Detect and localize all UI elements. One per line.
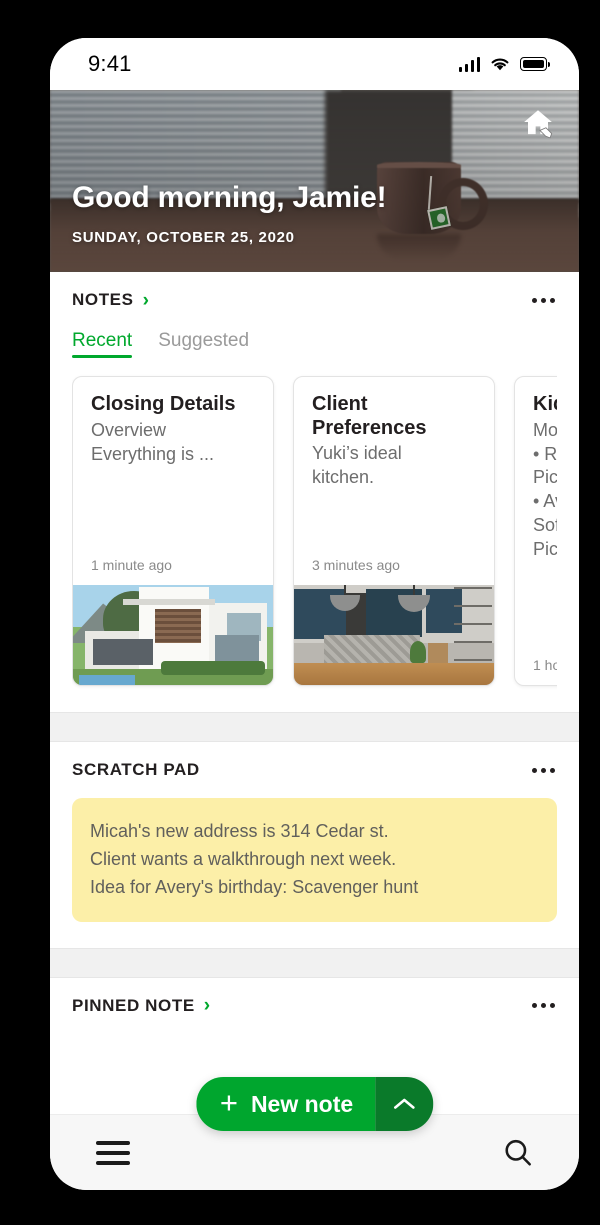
- screenshot-stage: 9:41 Good morning, Jamie! SUNDAY, OCTOBE…: [0, 0, 600, 1225]
- notes-title: NOTES: [72, 290, 134, 309]
- hamburger-menu-icon[interactable]: [94, 1133, 132, 1173]
- cellular-signal-icon: [458, 56, 480, 72]
- status-icons: [458, 56, 550, 72]
- tab-recent[interactable]: Recent: [72, 330, 133, 358]
- pinned-note-section: PINNED NOTE ›: [50, 977, 579, 1034]
- notes-section: NOTES › Recent Suggested Closing Details…: [50, 272, 579, 712]
- note-card[interactable]: Closing Details Overview Everything is .…: [72, 376, 274, 686]
- note-card-body: Kids’ Mond • Ray – Picku • Aver Softba P…: [515, 377, 557, 685]
- note-card-line: Picku: [533, 539, 557, 560]
- hero-header: Good morning, Jamie! SUNDAY, OCTOBER 25,…: [50, 90, 579, 272]
- scratch-pad-line: Client wants a walkthrough next week.: [90, 848, 397, 869]
- note-card-line: Picku: [533, 467, 557, 488]
- hero-text: Good morning, Jamie! SUNDAY, OCTOBER 25,…: [72, 181, 387, 246]
- note-card-body: Closing Details Overview Everything is .…: [73, 377, 273, 585]
- scratch-pad-section: SCRATCH PAD Micah's new address is 314 C…: [50, 742, 579, 922]
- scratch-pad-line: Micah's new address is 314 Cedar st.: [90, 821, 389, 841]
- notes-tabs: Recent Suggested: [72, 328, 557, 358]
- scratch-pad-title: SCRATCH PAD: [72, 760, 200, 779]
- note-card-image-house: [73, 585, 273, 685]
- note-card-line: • Ray –: [533, 443, 557, 464]
- chevron-right-icon: ›: [142, 289, 149, 311]
- pinned-note-overflow-menu-icon[interactable]: [530, 995, 557, 1016]
- scratch-pad-line: Idea for Avery's birthday: Scavenger hun…: [90, 876, 419, 897]
- phone-frame: 9:41 Good morning, Jamie! SUNDAY, OCTOBE…: [14, 8, 586, 1204]
- note-card-title: Closing Details: [91, 393, 236, 415]
- pinned-note-title: PINNED NOTE: [72, 995, 195, 1015]
- new-note-expand-button[interactable]: [375, 1077, 434, 1131]
- notes-section-header: NOTES ›: [72, 272, 557, 328]
- new-note-button[interactable]: + New note: [195, 1077, 376, 1131]
- battery-full-icon: [520, 57, 550, 71]
- section-divider: [50, 712, 579, 742]
- scratch-pad-overflow-menu-icon[interactable]: [530, 760, 557, 781]
- notes-overflow-menu-icon[interactable]: [530, 290, 557, 311]
- status-time: 9:41: [88, 51, 132, 76]
- hero-date: SUNDAY, OCTOBER 25, 2020: [72, 229, 295, 246]
- note-card-title: Client Preferences: [312, 393, 427, 439]
- greeting-title: Good morning, Jamie!: [72, 181, 387, 214]
- note-card-timestamp: 1 minute ago: [91, 557, 172, 573]
- note-card-timestamp: 3 minutes ago: [312, 557, 400, 573]
- wifi-icon: [491, 58, 509, 71]
- note-card-timestamp: 1 hour: [533, 657, 557, 673]
- note-card-title: Kids’: [533, 393, 557, 415]
- phone-screen: 9:41 Good morning, Jamie! SUNDAY, OCTOBE…: [50, 38, 579, 1190]
- note-card-line: Everything is ...: [91, 443, 215, 464]
- search-icon[interactable]: [501, 1136, 535, 1170]
- scratch-pad-header: SCRATCH PAD: [72, 742, 557, 798]
- notes-card-list[interactable]: Closing Details Overview Everything is .…: [72, 358, 557, 712]
- note-card-line: Softba: [533, 515, 557, 536]
- note-card-line: kitchen.: [312, 467, 375, 488]
- note-card[interactable]: Client Preferences Yuki’s ideal kitchen.…: [293, 376, 495, 686]
- plus-icon: +: [219, 1085, 238, 1120]
- note-card-body: Client Preferences Yuki’s ideal kitchen.…: [294, 377, 494, 585]
- new-note-label: New note: [250, 1090, 354, 1117]
- pinned-note-title-link[interactable]: PINNED NOTE ›: [72, 996, 210, 1016]
- tab-suggested[interactable]: Suggested: [158, 330, 249, 358]
- notes-title-link[interactable]: NOTES ›: [72, 290, 149, 310]
- new-note-fab[interactable]: + New note: [195, 1077, 434, 1131]
- note-card-line: • Aver: [533, 491, 557, 512]
- note-card[interactable]: Kids’ Mond • Ray – Picku • Aver Softba P…: [514, 376, 557, 686]
- section-divider: [50, 947, 579, 978]
- chevron-up-icon: [393, 1098, 415, 1109]
- note-card-line: Mond: [533, 419, 557, 440]
- pinned-note-header: PINNED NOTE ›: [72, 978, 557, 1034]
- chevron-right-icon: ›: [203, 995, 211, 1017]
- note-card-line: Overview: [91, 419, 167, 440]
- scratch-pad-note[interactable]: Micah's new address is 314 Cedar st. Cli…: [72, 798, 557, 922]
- note-card-image-kitchen: [294, 585, 494, 685]
- status-bar: 9:41: [50, 38, 579, 90]
- note-card-line: Yuki’s ideal: [312, 443, 402, 464]
- home-edit-icon[interactable]: [521, 106, 555, 140]
